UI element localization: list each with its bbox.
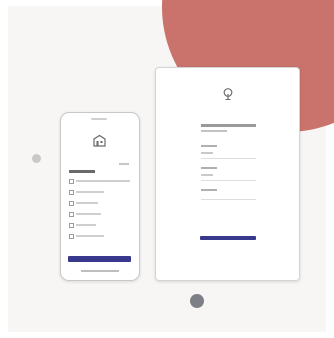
phone-row-3[interactable] [69,200,131,206]
carousel-active-dot[interactable] [190,294,204,308]
checkbox[interactable] [69,190,74,195]
building-logo-icon [93,134,106,147]
row-text [76,202,98,204]
form-subheading [201,130,227,132]
checkbox[interactable] [69,201,74,206]
field-label-2 [201,167,217,169]
input-field-2[interactable] [201,180,256,181]
checkbox[interactable] [69,212,74,217]
row-text [76,235,104,237]
phone-row-4[interactable] [69,211,131,217]
phone-home-indicator [81,270,119,272]
submit-button[interactable] [200,236,256,240]
phone-row-1[interactable] [69,178,131,184]
input-field-3[interactable] [201,199,256,200]
phone-row-2[interactable] [69,189,131,195]
phone-speaker [91,118,107,120]
form-heading [201,124,256,127]
field-label-1 [201,145,217,147]
checkbox[interactable] [69,223,74,228]
checkbox[interactable] [69,234,74,239]
phone-row-5[interactable] [69,222,131,228]
row-text [76,191,104,193]
phone-continue-button[interactable] [68,256,131,262]
field-value-1 [201,152,213,154]
phone-mockup [60,112,140,281]
checkbox[interactable] [69,179,74,184]
tablet-mockup [155,67,300,281]
row-text [76,224,96,226]
input-field-1[interactable] [201,158,256,159]
carousel-prev-dot[interactable] [32,154,41,163]
illustration-stage [0,0,334,338]
tree-logo-icon [223,88,233,100]
row-text [76,213,101,215]
field-value-2 [201,174,213,176]
phone-title [69,170,95,173]
phone-top-link[interactable] [119,163,129,165]
phone-row-6[interactable] [69,233,131,239]
field-label-3 [201,189,217,191]
row-text [76,180,130,182]
